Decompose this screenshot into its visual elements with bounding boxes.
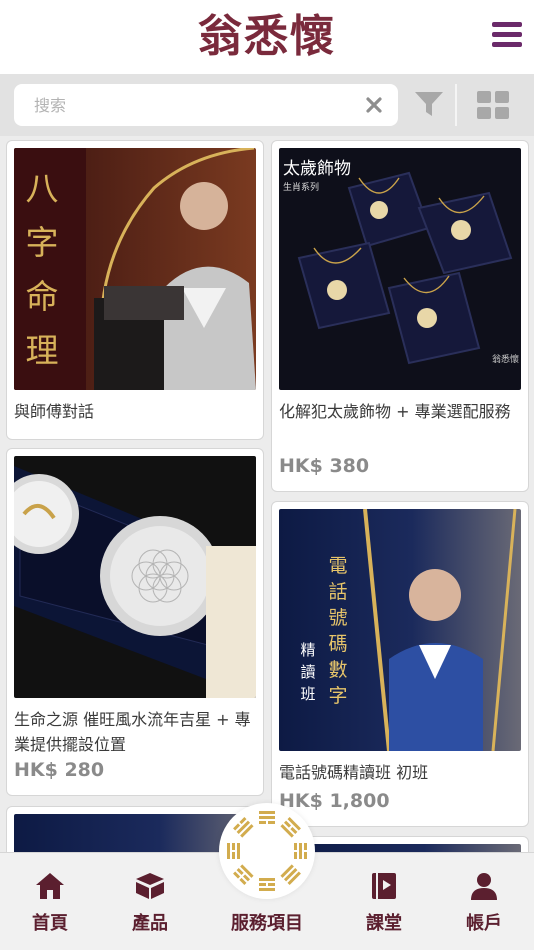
grid-view-icon[interactable] — [476, 90, 510, 120]
product-price: HK$ 280 — [14, 759, 105, 781]
image-caption-char: 命 — [25, 277, 59, 316]
image-caption-char: 字 — [328, 685, 348, 707]
book-icon — [372, 873, 396, 899]
product-image: 八 字 命 理 — [14, 148, 256, 390]
image-caption-char: 字 — [25, 223, 59, 262]
nav-label: 課堂 — [366, 913, 402, 934]
product-title: 化解犯太歲飾物 + 專業選配服務 — [279, 402, 511, 421]
product-card[interactable]: 八 字 命 理 與師傅對話 — [6, 140, 264, 440]
app-header: 翁悉懷 — [0, 0, 534, 74]
image-caption-char: 班 — [300, 685, 316, 703]
product-image — [14, 456, 256, 698]
close-icon[interactable] — [364, 95, 384, 115]
nav-item-products[interactable]: 產品 — [100, 853, 200, 950]
box-icon — [136, 873, 164, 899]
bagua-icon — [227, 811, 307, 891]
nav-item-account[interactable]: 帳戶 — [434, 853, 534, 950]
product-price: HK$ 380 — [279, 455, 370, 477]
product-title: 與師傅對話 — [14, 402, 95, 421]
product-card[interactable]: 太歲飾物 生肖系列 翁悉懷 化解犯太歲飾物 + 專業選配服務 HK$ 380 — [271, 140, 529, 492]
image-subcaption: 生肖系列 — [283, 183, 320, 193]
home-icon — [36, 873, 64, 899]
image-caption-char: 讀 — [300, 663, 316, 681]
nav-label: 帳戶 — [466, 913, 502, 934]
product-title: 電話號碼精讀班 初班 — [279, 763, 429, 782]
image-caption-char: 話 — [328, 581, 348, 603]
product-image: 電 話 號 碼 數 字 精 讀 班 — [279, 509, 521, 751]
nav-item-classes[interactable]: 課堂 — [334, 853, 434, 950]
filter-icon[interactable] — [414, 90, 444, 118]
product-card[interactable]: 電 話 號 碼 數 字 精 讀 班 電話號碼精讀班 初班 HK$ 1,800 — [271, 501, 529, 827]
image-caption-char: 理 — [25, 331, 59, 370]
nav-label: 首頁 — [32, 913, 68, 934]
product-title: 生命之源 催旺風水流年吉星 + 專業提供擺設位置 — [14, 710, 251, 754]
image-caption-char: 電 — [328, 555, 348, 577]
image-caption-char: 號 — [328, 607, 348, 629]
nav-label: 產品 — [132, 913, 168, 934]
image-caption-char: 數 — [328, 659, 348, 681]
product-grid: 八 字 命 理 與師傅對話 太歲飾物 生肖系列 翁悉懷 化解犯太歲飾物 + 專業… — [0, 136, 534, 852]
services-badge[interactable] — [219, 803, 315, 899]
search-input[interactable] — [34, 84, 354, 126]
nav-label: 服務項目 — [231, 913, 303, 934]
product-image: 太歲飾物 生肖系列 翁悉懷 — [279, 148, 521, 390]
search-box — [14, 84, 398, 126]
search-toolbar — [0, 74, 534, 136]
image-caption-char: 碼 — [328, 633, 348, 655]
image-caption-char: 精 — [300, 641, 316, 659]
user-icon — [471, 873, 497, 900]
toolbar-divider — [455, 84, 457, 126]
brand-logo[interactable]: 翁悉懷 — [0, 10, 534, 64]
hamburger-menu-icon[interactable] — [492, 22, 522, 50]
image-watermark: 翁悉懷 — [491, 355, 519, 365]
image-caption: 太歲飾物 — [283, 159, 351, 179]
nav-item-home[interactable]: 首頁 — [0, 853, 100, 950]
image-caption-char: 八 — [25, 169, 59, 208]
product-card[interactable]: 生命之源 催旺風水流年吉星 + 專業提供擺設位置 HK$ 280 — [6, 448, 264, 796]
app-screen: 翁悉懷 搜索 八 字 命 理 與師傅對話 太歲飾物 生肖系列 翁悉懷 化解犯太歲… — [0, 0, 534, 950]
product-image — [279, 844, 521, 852]
